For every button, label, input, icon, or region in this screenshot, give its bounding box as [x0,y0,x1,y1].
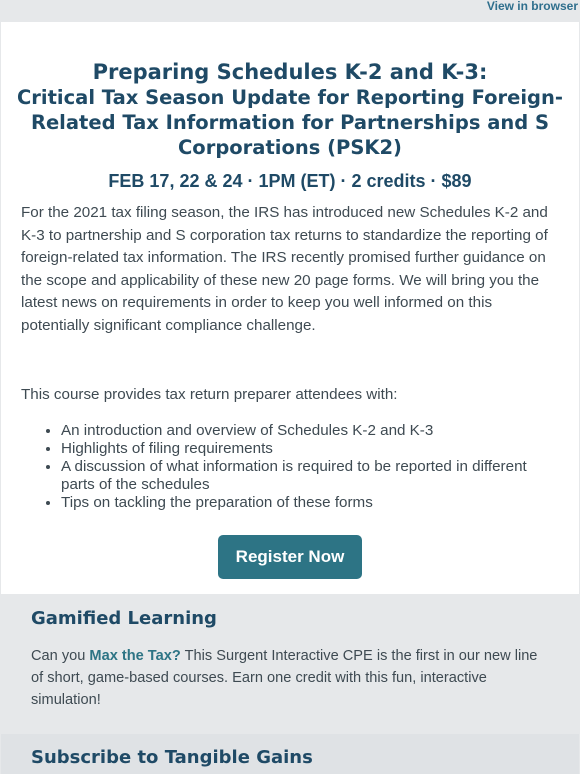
list-item: A discussion of what information is requ… [61,458,561,494]
course-card: Preparing Schedules K-2 and K-3: Critica… [1,22,579,594]
course-intro: For the 2021 tax filing season, the IRS … [21,204,548,334]
gamified-text: Can you Max the Tax? This Surgent Intera… [31,645,551,711]
gamified-learning-section: Gamified Learning Can you Max the Tax? T… [1,594,579,734]
course-date-line: FEB 17, 22 & 24 · 1PM (ET) · 2 credits ·… [108,171,472,191]
view-in-browser-link[interactable]: View in browser [487,0,578,13]
subscribe-heading: Subscribe to Tangible Gains [31,747,313,768]
course-title: Preparing Schedules K-2 and K-3: [92,60,488,84]
gamified-heading: Gamified Learning [31,608,217,629]
list-item: An introduction and overview of Schedule… [61,422,561,440]
list-item: Tips on tackling the preparation of thes… [61,494,561,512]
subscribe-section: Subscribe to Tangible Gains [1,734,579,774]
list-item: Highlights of filing requirements [61,440,561,458]
gamified-text-before: Can you [31,648,90,664]
top-bar: View in browser [0,0,580,22]
course-bullet-list: An introduction and overview of Schedule… [41,422,561,512]
register-now-button[interactable]: Register Now [218,535,362,579]
max-the-tax-link[interactable]: Max the Tax? [89,648,180,664]
course-subtitle: Critical Tax Season Update for Reporting… [17,86,563,159]
course-lead: This course provides tax return preparer… [21,386,398,403]
